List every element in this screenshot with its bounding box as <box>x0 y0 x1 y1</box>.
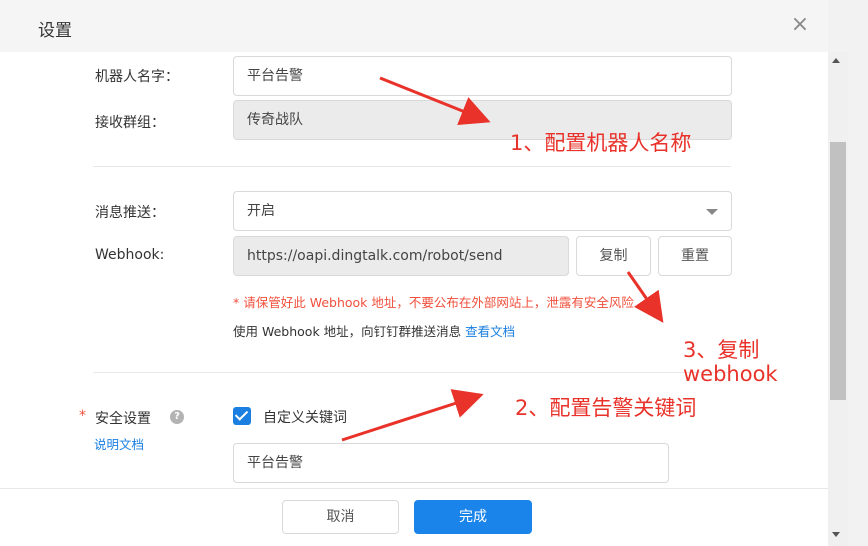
arrow-2 <box>341 389 484 442</box>
arrow-3 <box>626 271 664 323</box>
annotation-arrows <box>341 76 664 442</box>
annotation-step3-line1: 3、复制 <box>683 338 760 362</box>
annotation-step1: 1、配置机器人名称 <box>510 131 692 155</box>
arrow-1 <box>379 76 491 126</box>
annotation-step2: 2、配置告警关键词 <box>515 396 697 420</box>
annotation-step3-line2: webhook <box>683 362 778 386</box>
settings-dialog: 设置 × 机器人名字： 平台告警 接收群组： 传奇战队 消息推送： 开启 Web… <box>0 0 868 546</box>
